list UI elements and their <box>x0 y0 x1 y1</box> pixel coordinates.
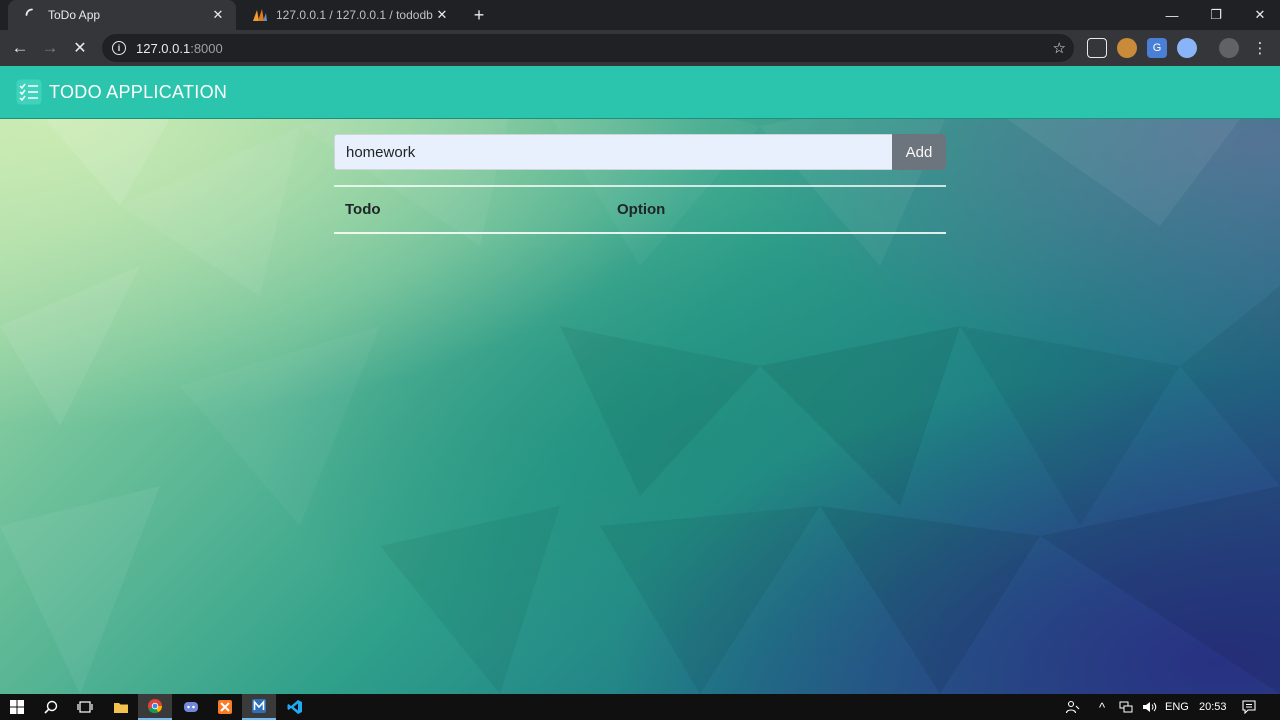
header-todo: Todo <box>345 201 381 218</box>
address-bar[interactable]: i 127.0.0.1:8000 ☆ <box>102 34 1074 62</box>
close-tab-icon[interactable]: ✕ <box>210 7 226 23</box>
search-icon[interactable] <box>34 694 68 720</box>
tab-title: ToDo App <box>48 8 101 22</box>
people-icon[interactable] <box>1058 694 1088 720</box>
notifications-icon[interactable] <box>1234 694 1264 720</box>
header-option: Option <box>617 201 666 218</box>
stop-loading-button[interactable]: ✕ <box>66 34 94 62</box>
table-header-border <box>334 232 946 234</box>
discord-icon[interactable] <box>174 694 208 720</box>
vscode-icon[interactable] <box>278 694 312 720</box>
todo-table: Todo Option <box>334 185 946 234</box>
todo-form: Add <box>334 134 946 170</box>
app-brand-title[interactable]: TODO APPLICATION <box>49 82 227 103</box>
app-m-icon[interactable] <box>242 694 276 720</box>
network-icon[interactable] <box>1114 694 1138 720</box>
back-button[interactable]: ← <box>6 34 34 62</box>
new-tab-button[interactable]: + <box>466 3 492 27</box>
browser-toolbar: ← → ✕ i 127.0.0.1:8000 ☆ G ⋮ <box>0 30 1280 66</box>
close-window-icon[interactable]: ✕ <box>1238 0 1280 30</box>
task-view-icon[interactable] <box>68 694 102 720</box>
browser-tab-strip: ToDo App ✕ 127.0.0.1 / 127.0.0.1 / todod… <box>0 0 1280 30</box>
chevron-up-icon[interactable]: ^ <box>1090 694 1114 720</box>
phpmyadmin-icon <box>252 7 268 23</box>
loading-spinner-icon <box>24 7 40 23</box>
add-button[interactable]: Add <box>892 134 946 170</box>
forward-button[interactable]: → <box>36 34 64 62</box>
windows-taskbar: ^ ENG 20:53 <box>0 694 1280 720</box>
chrome-icon[interactable] <box>138 694 172 720</box>
profile-avatar[interactable] <box>1219 38 1239 58</box>
app-navbar: TODO APPLICATION <box>0 66 1280 119</box>
tab-todo-app[interactable]: ToDo App ✕ <box>8 0 236 30</box>
extension-circle-icon[interactable] <box>1177 38 1197 58</box>
extension-icon[interactable] <box>1087 38 1107 58</box>
minimize-icon[interactable]: — <box>1150 0 1194 30</box>
xampp-icon[interactable] <box>208 694 242 720</box>
restore-icon[interactable]: ❐ <box>1194 0 1238 30</box>
tab-title: 127.0.0.1 / 127.0.0.1 / tododb / t <box>276 8 434 22</box>
checklist-icon <box>16 79 42 105</box>
close-tab-icon[interactable]: ✕ <box>434 7 450 23</box>
table-header-row: Todo Option <box>334 187 946 232</box>
bookmark-star-icon[interactable]: ☆ <box>1053 39 1066 57</box>
extension-owl-icon[interactable] <box>1117 38 1137 58</box>
address-port: :8000 <box>190 40 223 56</box>
address-host: 127.0.0.1 <box>136 40 191 56</box>
language-indicator[interactable]: ENG <box>1165 694 1189 720</box>
tab-phpmyadmin[interactable]: 127.0.0.1 / 127.0.0.1 / tododb / t ✕ <box>236 0 460 30</box>
page-viewport: TODO APPLICATION Add Todo Option <box>0 66 1280 694</box>
menu-kebab-icon[interactable]: ⋮ <box>1250 38 1270 58</box>
clock-time[interactable]: 20:53 <box>1199 694 1227 720</box>
todo-input[interactable] <box>334 134 892 170</box>
volume-icon[interactable] <box>1138 694 1162 720</box>
windows-start-icon[interactable] <box>0 694 34 720</box>
file-explorer-icon[interactable] <box>104 694 138 720</box>
google-translate-icon[interactable]: G <box>1147 38 1167 58</box>
info-icon[interactable]: i <box>112 41 126 55</box>
